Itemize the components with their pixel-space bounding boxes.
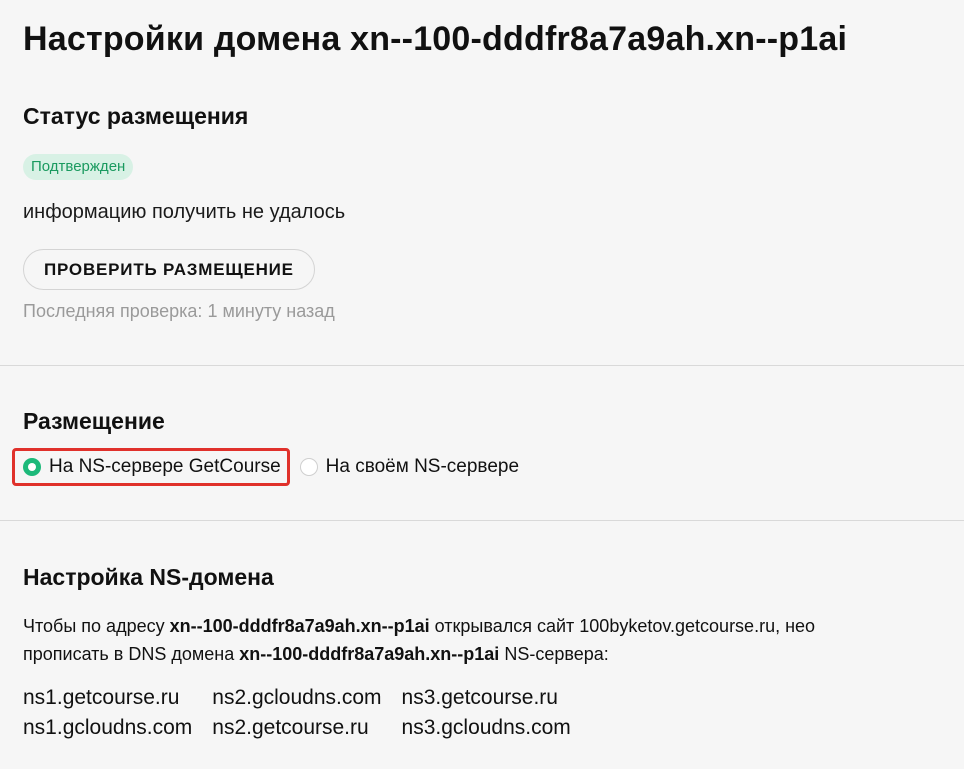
ns-server-item: ns3.getcourse.ru — [401, 686, 558, 709]
radio-checked-icon[interactable] — [23, 458, 41, 476]
radio-own-ns-label: На своём NS-сервере — [325, 456, 520, 477]
ns-desc-text: Чтобы по адресу — [23, 616, 170, 636]
radio-own-ns[interactable]: На своём NS-сервере — [290, 448, 525, 486]
ns-server-item: ns3.gcloudns.com — [401, 716, 571, 739]
radio-unchecked-icon[interactable] — [299, 458, 318, 476]
ns-server-item: ns1.getcourse.ru — [23, 686, 180, 709]
radio-getcourse-ns[interactable]: На NS-сервере GetCourse — [12, 448, 290, 486]
section-divider — [0, 520, 964, 521]
ns-desc-domain: xn--100-dddfr8a7a9ah.xn--p1ai — [169, 616, 430, 636]
ns-desc-line-1: Чтобы по адресу xn--100-dddfr8a7a9ah.xn-… — [23, 612, 815, 640]
last-check-text: Последняя проверка: 1 минуту назад — [23, 301, 335, 321]
ns-desc-line-2: прописать в DNS домена xn--100-dddfr8a7a… — [23, 640, 815, 668]
ns-server-item: ns2.gcloudns.com — [212, 686, 382, 709]
ns-setup-heading: Настройка NS-домена — [23, 564, 274, 590]
status-badge: Подтвержден — [23, 154, 134, 180]
ns-desc-text: NS-сервера: — [499, 644, 609, 664]
ns-setup-description: Чтобы по адресу xn--100-dddfr8a7a9ah.xn-… — [23, 612, 815, 668]
section-divider — [0, 365, 964, 366]
page-title: Настройки домена xn--100-dddfr8a7a9ah.xn… — [23, 20, 848, 58]
domain-settings-page: Настройки домена xn--100-dddfr8a7a9ah.xn… — [0, 0, 964, 769]
placement-heading: Размещение — [23, 408, 165, 434]
ns-desc-text: прописать в DNS домена — [23, 644, 240, 664]
check-hosting-button[interactable]: ПРОВЕРИТЬ РАЗМЕЩЕНИЕ — [23, 249, 315, 290]
ns-server-item: ns2.getcourse.ru — [212, 716, 369, 739]
ns-server-item: ns1.gcloudns.com — [23, 716, 193, 739]
ns-server-list: ns1.getcourse.ru ns2.gcloudns.com ns3.ge… — [23, 684, 571, 742]
hosting-status-heading: Статус размещения — [23, 103, 249, 129]
placement-radio-group: На NS-сервере GetCourse На своём NS-серв… — [12, 448, 525, 486]
radio-getcourse-ns-label: На NS-сервере GetCourse — [49, 456, 281, 477]
ns-desc-text: открывался сайт 100byketov.getcourse.ru,… — [429, 616, 816, 636]
ns-desc-domain: xn--100-dddfr8a7a9ah.xn--p1ai — [239, 644, 500, 664]
status-info-text: информацию получить не удалось — [23, 201, 346, 223]
